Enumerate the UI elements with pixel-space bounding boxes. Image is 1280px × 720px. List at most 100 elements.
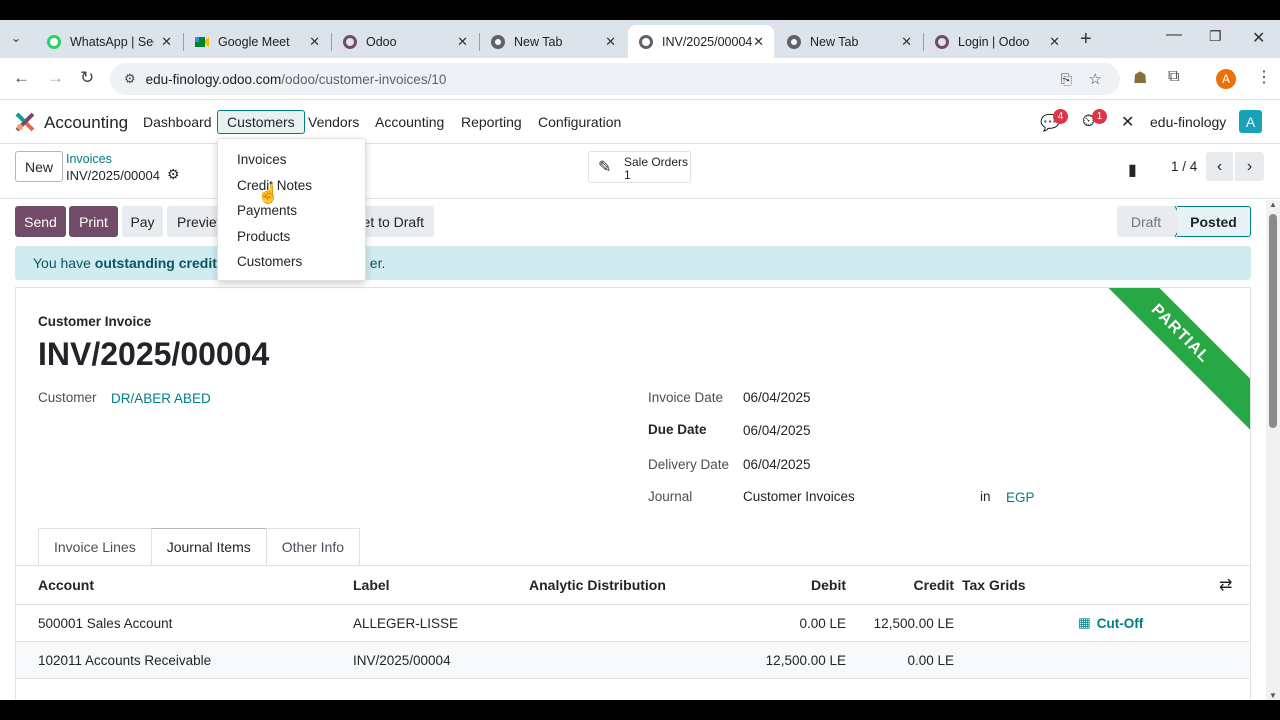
column-settings-icon[interactable]: ⇄ xyxy=(1219,566,1232,604)
restore-icon[interactable]: ❐ xyxy=(1209,28,1222,45)
control-panel-divider xyxy=(0,198,1280,199)
table-row[interactable]: 500001 Sales Account ALLEGER-LISSE 0.00 … xyxy=(16,605,1250,642)
browser-tab-google-meet[interactable]: Google Meet ✕ xyxy=(184,25,330,58)
col-account[interactable]: Account xyxy=(38,566,94,604)
table-row[interactable]: 102011 Accounts Receivable INV/2025/0000… xyxy=(16,642,1250,679)
url-input[interactable]: ⚙ edu-finology.odoo.com/odoo/customer-in… xyxy=(110,63,1120,95)
close-icon[interactable]: ✕ xyxy=(753,34,764,50)
tab-search-icon[interactable]: ⌄ xyxy=(11,31,21,45)
menu-configuration[interactable]: Configuration xyxy=(529,110,630,134)
close-icon[interactable]: ✕ xyxy=(1049,34,1060,50)
breadcrumb-invoices[interactable]: Invoices xyxy=(66,152,112,166)
due-date-field[interactable]: 06/04/2025 xyxy=(743,423,811,438)
in-label: in xyxy=(980,489,991,504)
screen-top-edge xyxy=(0,0,1280,20)
close-icon[interactable]: ✕ xyxy=(309,34,320,50)
bookmark-star-icon[interactable]: ☆ xyxy=(1089,70,1102,88)
col-tax-grids[interactable]: Tax Grids xyxy=(962,566,1026,604)
odoo-icon xyxy=(638,34,654,50)
pager-next-button[interactable]: › xyxy=(1235,152,1264,181)
browser-tab-new-tab-2[interactable]: New Tab ✕ xyxy=(776,25,922,58)
menu-dashboard[interactable]: Dashboard xyxy=(134,110,221,134)
extension-icon[interactable]: ☗ xyxy=(1133,68,1147,88)
forward-icon[interactable]: → xyxy=(47,68,64,88)
delivery-date-field[interactable]: 06/04/2025 xyxy=(743,457,811,472)
bookmark-icon[interactable]: ▮ xyxy=(1128,160,1137,180)
google-meet-icon xyxy=(194,34,210,50)
col-debit[interactable]: Debit xyxy=(796,566,846,604)
app-name[interactable]: Accounting xyxy=(44,113,128,133)
menu-accounting[interactable]: Accounting xyxy=(366,110,453,134)
dropdown-item-customers[interactable]: Customers xyxy=(218,249,365,275)
browser-tab-odoo[interactable]: Odoo ✕ xyxy=(332,25,478,58)
browser-tab-invoice[interactable]: INV/2025/00004 ✕ xyxy=(628,25,774,58)
status-posted[interactable]: Posted xyxy=(1177,206,1251,237)
apps-menu-icon[interactable] xyxy=(14,111,36,138)
minimize-icon[interactable]: — xyxy=(1166,26,1182,44)
browser-tab-new-tab[interactable]: New Tab ✕ xyxy=(480,25,626,58)
close-icon[interactable]: ✕ xyxy=(605,34,616,50)
screen-bottom-edge xyxy=(0,700,1280,720)
new-tab-icon[interactable]: + xyxy=(1080,28,1092,51)
dropdown-item-payments[interactable]: Payments xyxy=(218,198,365,224)
whatsapp-icon xyxy=(46,34,62,50)
delivery-date-label: Delivery Date xyxy=(648,457,730,472)
browser-menu-icon[interactable]: ⋮ xyxy=(1256,67,1272,87)
invoice-date-label: Invoice Date xyxy=(648,390,724,405)
user-avatar[interactable]: A xyxy=(1239,110,1262,133)
col-credit[interactable]: Credit xyxy=(896,566,954,604)
tab-invoice-lines[interactable]: Invoice Lines xyxy=(38,528,152,565)
customers-dropdown-menu: Invoices Credit Notes Payments Products … xyxy=(217,138,366,281)
browser-address-bar: ← → ↻ ⚙ edu-finology.odoo.com/odoo/custo… xyxy=(0,58,1280,100)
due-date-label: Due Date xyxy=(648,422,707,437)
dropdown-item-invoices[interactable]: Invoices xyxy=(218,147,365,173)
tab-journal-items[interactable]: Journal Items xyxy=(150,528,267,565)
install-app-icon[interactable]: ⎘ xyxy=(1061,71,1072,88)
scroll-down-icon[interactable]: ▼ xyxy=(1269,691,1277,700)
pager-previous-button[interactable]: ‹ xyxy=(1206,152,1233,181)
browser-tab-whatsapp[interactable]: WhatsApp | Secu ✕ xyxy=(36,25,182,58)
company-name[interactable]: edu-finology xyxy=(1150,114,1226,130)
pay-button[interactable]: Pay xyxy=(122,206,163,237)
col-label[interactable]: Label xyxy=(353,566,390,604)
mouse-cursor-icon: ☝ xyxy=(257,184,280,204)
tools-icon[interactable]: ✕ xyxy=(1121,112,1134,132)
dropdown-item-credit-notes[interactable]: Credit Notes xyxy=(218,173,365,199)
close-icon[interactable]: ✕ xyxy=(901,34,912,50)
pager-value[interactable]: 1 / 4 xyxy=(1171,159,1197,174)
invoice-date-field[interactable]: 06/04/2025 xyxy=(743,390,811,405)
print-button[interactable]: Print xyxy=(69,206,118,237)
chrome-icon xyxy=(490,34,506,50)
window-close-icon[interactable]: ✕ xyxy=(1252,28,1265,48)
tab-other-info[interactable]: Other Info xyxy=(265,528,361,565)
journal-field[interactable]: Customer Invoices xyxy=(743,489,855,504)
gear-icon[interactable]: ⚙ xyxy=(167,166,180,183)
send-button[interactable]: Send xyxy=(15,206,66,237)
menu-vendors[interactable]: Vendors xyxy=(299,110,368,134)
col-analytic[interactable]: Analytic Distribution xyxy=(529,566,666,604)
new-button[interactable]: New xyxy=(15,151,63,182)
site-info-icon[interactable]: ⚙ xyxy=(124,71,136,87)
status-draft[interactable]: Draft xyxy=(1117,206,1175,237)
page-scrollbar[interactable]: ▲ ▼ xyxy=(1266,200,1280,700)
dropdown-item-products[interactable]: Products xyxy=(218,224,365,250)
customer-field[interactable]: DR/ABER ABED xyxy=(111,391,211,406)
close-icon[interactable]: ✕ xyxy=(457,34,468,50)
main-navbar: Accounting Dashboard Customers Vendors A… xyxy=(0,100,1280,144)
currency-field[interactable]: EGP xyxy=(1006,490,1035,505)
browser-tab-login[interactable]: Login | Odoo ✕ xyxy=(924,25,1070,58)
control-panel: New Invoices INV/2025/00004 ⚙ ✎ Sale Ord… xyxy=(0,144,1280,200)
odoo-icon xyxy=(342,34,358,50)
close-icon[interactable]: ✕ xyxy=(161,34,172,50)
back-icon[interactable]: ← xyxy=(13,68,30,88)
partial-ribbon: PARTIAL xyxy=(1075,288,1250,439)
reload-icon[interactable]: ↻ xyxy=(80,68,94,88)
scrollbar-thumb[interactable] xyxy=(1269,214,1277,428)
menu-reporting[interactable]: Reporting xyxy=(452,110,531,134)
scroll-up-icon[interactable]: ▲ xyxy=(1269,200,1277,209)
sale-orders-smart-button[interactable]: ✎ Sale Orders 1 xyxy=(588,151,691,183)
extensions-puzzle-icon[interactable]: ⧉ xyxy=(1168,68,1179,86)
profile-avatar[interactable]: A xyxy=(1216,69,1236,89)
cutoff-button[interactable]: ▦ Cut-Off xyxy=(1078,605,1143,641)
menu-customers[interactable]: Customers xyxy=(217,110,305,134)
